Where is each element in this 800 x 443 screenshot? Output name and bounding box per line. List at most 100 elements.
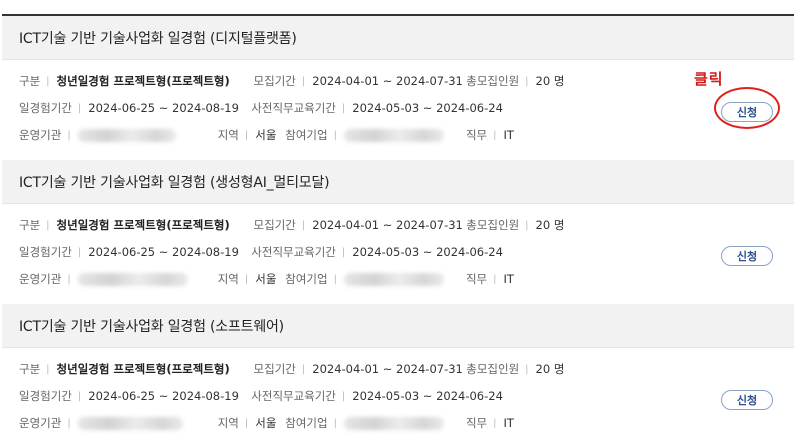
separator: | — [333, 129, 337, 141]
operator-value-redacted — [77, 128, 176, 142]
program-title[interactable]: ICT기술 기반 기술사업화 일경험 (디지털플랫폼) — [2, 16, 794, 60]
separator: | — [77, 246, 82, 258]
detail-row-2: 일경험기간 | 2024-06-25 ~ 2024-08-19 사전직무교육기간 |… — [19, 100, 503, 116]
company-label: 참여기업 — [285, 272, 328, 286]
program-title[interactable]: ICT기술 기반 기술사업화 일경험 (소프트웨어) — [2, 304, 794, 348]
region-value: 서울 — [255, 128, 277, 142]
detail-row-1: 구분 | 청년일경험 프로젝트형(프로젝트형) 모집기간 | 2024-04-01 … — [19, 73, 564, 89]
total-recruit-value: 20 명 — [535, 218, 565, 232]
type-label: 구분 — [19, 362, 41, 376]
separator: | — [493, 417, 497, 429]
highlight-circle — [714, 87, 780, 129]
exp-period-value: 2024-06-25 ~ 2024-08-19 — [88, 101, 239, 115]
separator: | — [525, 219, 529, 231]
separator: | — [301, 75, 306, 87]
job-label: 직무 — [465, 272, 488, 286]
type-value: 청년일경험 프로젝트형(프로젝트형) — [56, 362, 230, 376]
detail-row-1: 구분 | 청년일경험 프로젝트형(프로젝트형) 모집기간 | 2024-04-01 … — [19, 217, 564, 233]
separator: | — [46, 219, 50, 231]
program-list: ICT기술 기반 기술사업화 일경험 (디지털플랫폼) 구분 | 청년일경험 프로… — [2, 14, 794, 443]
total-recruit-label: 총모집인원 — [466, 74, 520, 88]
click-annotation: 클릭 — [694, 70, 724, 88]
separator: | — [244, 417, 249, 429]
type-value: 청년일경험 프로젝트형(프로젝트형) — [56, 218, 230, 232]
region-label: 지역 — [217, 416, 239, 430]
program-title[interactable]: ICT기술 기반 기술사업화 일경험 (생성형AI_멀티모달) — [2, 160, 794, 204]
company-label: 참여기업 — [285, 416, 328, 430]
program-card: ICT기술 기반 기술사업화 일경험 (디지털플랫폼) 구분 | 청년일경험 프로… — [2, 16, 794, 160]
pre-edu-period-label: 사전직무교육기간 — [251, 389, 336, 403]
region-label: 지역 — [217, 272, 239, 286]
separator: | — [301, 363, 306, 375]
separator: | — [77, 102, 82, 114]
exp-period-label: 일경험기간 — [19, 101, 72, 115]
type-label: 구분 — [19, 74, 41, 88]
recruit-period-label: 모집기간 — [253, 362, 296, 376]
separator: | — [67, 273, 71, 285]
exp-period-value: 2024-06-25 ~ 2024-08-19 — [88, 389, 239, 403]
company-value-redacted — [343, 416, 444, 430]
job-value: IT — [503, 128, 514, 142]
separator: | — [493, 129, 497, 141]
apply-button[interactable]: 신청 — [721, 246, 773, 266]
separator: | — [244, 273, 249, 285]
operator-value-redacted — [77, 272, 188, 286]
detail-row-1: 구분 | 청년일경험 프로젝트형(프로젝트형) 모집기간 | 2024-04-01 … — [19, 361, 564, 377]
operator-value-redacted — [77, 416, 183, 430]
pre-edu-period-label: 사전직무교육기간 — [251, 245, 336, 259]
pre-edu-period-value: 2024-05-03 ~ 2024-06-24 — [352, 389, 503, 403]
exp-period-label: 일경험기간 — [19, 389, 72, 403]
program-card: ICT기술 기반 기술사업화 일경험 (생성형AI_멀티모달) 구분 | 청년일경… — [2, 160, 794, 304]
detail-row-2: 일경험기간 | 2024-06-25 ~ 2024-08-19 사전직무교육기간 |… — [19, 244, 503, 260]
separator: | — [525, 75, 529, 87]
separator: | — [46, 363, 50, 375]
total-recruit-value: 20 명 — [535, 362, 565, 376]
type-label: 구분 — [19, 218, 41, 232]
region-value: 서울 — [255, 416, 277, 430]
separator: | — [493, 273, 497, 285]
separator: | — [301, 219, 306, 231]
detail-row-3: 운영기관 | 지역 | 서울 참여기업 | 직무 | IT — [19, 127, 514, 143]
exp-period-value: 2024-06-25 ~ 2024-08-19 — [88, 245, 239, 259]
separator: | — [333, 417, 337, 429]
company-label: 참여기업 — [285, 128, 328, 142]
program-details: 구분 | 청년일경험 프로젝트형(프로젝트형) 모집기간 | 2024-04-01 … — [2, 204, 794, 304]
region-label: 지역 — [217, 128, 239, 142]
separator: | — [46, 75, 50, 87]
separator: | — [341, 102, 346, 114]
separator: | — [77, 390, 82, 402]
exp-period-label: 일경험기간 — [19, 245, 72, 259]
separator: | — [67, 417, 71, 429]
separator: | — [244, 129, 249, 141]
apply-button[interactable]: 신청 — [721, 390, 773, 410]
program-details: 구분 | 청년일경험 프로젝트형(프로젝트형) 모집기간 | 2024-04-01 … — [2, 60, 794, 160]
pre-edu-period-value: 2024-05-03 ~ 2024-06-24 — [352, 245, 503, 259]
type-value: 청년일경험 프로젝트형(프로젝트형) — [56, 74, 230, 88]
recruit-period-value: 2024-04-01 ~ 2024-07-31 — [312, 74, 463, 88]
region-value: 서울 — [255, 272, 277, 286]
recruit-period-value: 2024-04-01 ~ 2024-07-31 — [312, 362, 463, 376]
detail-row-3: 운영기관 | 지역 | 서울 참여기업 | 직무 | IT — [19, 415, 514, 431]
company-value-redacted — [343, 272, 444, 286]
separator: | — [67, 129, 71, 141]
separator: | — [341, 390, 346, 402]
pre-edu-period-label: 사전직무교육기간 — [251, 101, 336, 115]
total-recruit-label: 총모집인원 — [466, 218, 520, 232]
separator: | — [333, 273, 337, 285]
total-recruit-label: 총모집인원 — [466, 362, 520, 376]
recruit-period-value: 2024-04-01 ~ 2024-07-31 — [312, 218, 463, 232]
recruit-period-label: 모집기간 — [253, 218, 296, 232]
separator: | — [525, 363, 529, 375]
separator: | — [341, 246, 346, 258]
detail-row-3: 운영기관 | 지역 | 서울 참여기업 | 직무 | IT — [19, 271, 514, 287]
company-value-redacted — [343, 128, 444, 142]
recruit-period-label: 모집기간 — [253, 74, 296, 88]
job-label: 직무 — [465, 128, 488, 142]
pre-edu-period-value: 2024-05-03 ~ 2024-06-24 — [352, 101, 503, 115]
operator-label: 운영기관 — [19, 416, 62, 430]
operator-label: 운영기관 — [19, 128, 62, 142]
total-recruit-value: 20 명 — [535, 74, 565, 88]
operator-label: 운영기관 — [19, 272, 62, 286]
detail-row-2: 일경험기간 | 2024-06-25 ~ 2024-08-19 사전직무교육기간 |… — [19, 388, 503, 404]
job-value: IT — [503, 272, 514, 286]
